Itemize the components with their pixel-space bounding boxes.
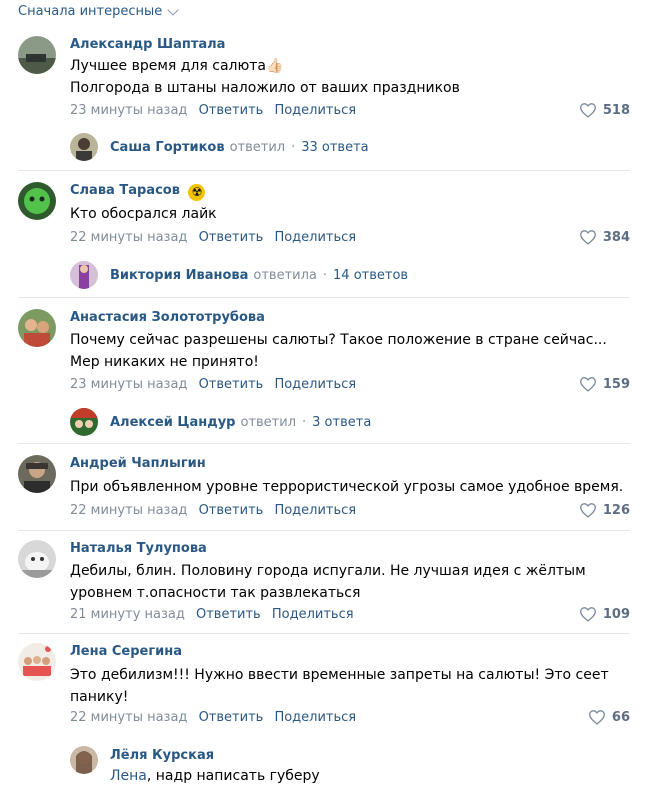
heart-icon: [579, 377, 596, 392]
replies-summary[interactable]: Виктория Иванова ответила · 14 ответов: [70, 261, 408, 289]
share-button[interactable]: Поделиться: [272, 607, 354, 622]
radiation-icon: ☢: [188, 184, 206, 201]
like-count: 109: [602, 606, 630, 622]
comment-text-line: панику!: [70, 689, 129, 705]
sort-label: Сначала интересные: [18, 4, 163, 19]
separator-dot: ·: [291, 139, 296, 155]
reply-count[interactable]: 14 ответов: [333, 268, 408, 283]
sort-dropdown[interactable]: Сначала интересные: [18, 3, 179, 19]
like-count: 66: [611, 709, 630, 725]
comment-text-line: При объявленном уровне террористической …: [70, 479, 624, 495]
like-button[interactable]: 66: [588, 709, 630, 725]
reply-text: Лена, надр написать губеру: [110, 768, 320, 784]
comment-time[interactable]: 22 минуты назад: [70, 230, 187, 245]
comment-meta: 22 минуты назад Ответить Поделиться: [70, 503, 356, 518]
comment-author: Слава Тарасов ☢: [70, 183, 206, 201]
reply-author[interactable]: Саша Гортиков: [110, 140, 225, 155]
avatar: [70, 408, 98, 436]
avatar[interactable]: [70, 746, 98, 774]
mention-link[interactable]: Лена: [110, 768, 147, 784]
avatar: [70, 133, 98, 161]
heart-icon: [579, 607, 596, 622]
heart-icon: [588, 710, 605, 725]
like-button[interactable]: 126: [579, 502, 630, 518]
reply-button[interactable]: Ответить: [199, 103, 264, 118]
reply-author[interactable]: Лёля Курская: [110, 748, 214, 763]
comment-meta: 22 минуты назад Ответить Поделиться: [70, 230, 356, 245]
like-button[interactable]: 109: [579, 606, 630, 622]
comment-meta: 22 минуты назад Ответить Поделиться: [70, 710, 356, 725]
reply-text-body: , надр написать губеру: [146, 768, 320, 784]
comment-text-line: Лучшее время для салюта👍🏻: [70, 58, 284, 74]
separator-dot: ·: [322, 267, 328, 283]
chevron-down-icon: [167, 3, 179, 16]
share-button[interactable]: Поделиться: [274, 710, 356, 725]
avatar[interactable]: [18, 309, 56, 347]
comment-text-line: Дебилы, блин. Половину города испугали. …: [70, 563, 586, 579]
avatar[interactable]: [18, 36, 56, 74]
comment-author[interactable]: Лена Серегина: [70, 644, 182, 659]
reply-author[interactable]: Виктория Иванова: [110, 268, 248, 283]
share-button[interactable]: Поделиться: [274, 377, 356, 392]
reply-button[interactable]: Ответить: [199, 710, 264, 725]
avatar[interactable]: [18, 455, 56, 493]
divider: [18, 443, 630, 444]
heart-icon: [579, 230, 596, 245]
like-count: 126: [602, 502, 630, 518]
author-name[interactable]: Слава Тарасов: [70, 183, 180, 198]
reply-verb: ответила: [253, 267, 317, 283]
heart-icon: [579, 103, 596, 118]
comment-time[interactable]: 22 минуты назад: [70, 710, 187, 725]
reply-verb: ответил: [229, 139, 286, 155]
like-button[interactable]: 159: [579, 376, 630, 392]
comment-text-line: Почему сейчас разрешены салюты? Такое по…: [70, 332, 607, 348]
comment-text-line: Это дебилизм!!! Нужно ввести временные з…: [70, 667, 609, 683]
reply-button[interactable]: Ответить: [199, 230, 264, 245]
like-count: 159: [602, 376, 630, 392]
comment-meta: 23 минуты назад Ответить Поделиться: [70, 103, 356, 118]
reply-count[interactable]: 3 ответа: [312, 415, 371, 430]
divider: [18, 633, 630, 634]
comment-author[interactable]: Александр Шаптала: [70, 37, 225, 52]
share-button[interactable]: Поделиться: [274, 230, 356, 245]
like-button[interactable]: 518: [579, 102, 630, 118]
avatar[interactable]: [18, 540, 56, 578]
reply-button[interactable]: Ответить: [199, 503, 264, 518]
comment-time[interactable]: 21 минуту назад: [70, 607, 185, 622]
comment-time[interactable]: 23 минуты назад: [70, 377, 187, 392]
share-button[interactable]: Поделиться: [274, 503, 356, 518]
divider: [18, 297, 630, 298]
replies-summary[interactable]: Саша Гортиков ответил · 33 ответа: [70, 133, 369, 161]
replies-summary[interactable]: Алексей Цандур ответил · 3 ответа: [70, 408, 371, 436]
comment-text-line: Полгорода в штаны наложило от ваших праз…: [70, 80, 460, 96]
avatar: [70, 261, 98, 289]
share-button[interactable]: Поделиться: [274, 103, 356, 118]
comment-author[interactable]: Наталья Тулупова: [70, 541, 207, 556]
comment-time[interactable]: 23 минуты назад: [70, 103, 187, 118]
divider: [18, 170, 630, 171]
avatar[interactable]: [18, 182, 56, 220]
like-button[interactable]: 384: [579, 229, 630, 245]
reply-button[interactable]: Ответить: [199, 377, 264, 392]
divider: [18, 530, 630, 531]
like-count: 518: [602, 102, 630, 118]
reply-button[interactable]: Ответить: [196, 607, 261, 622]
avatar[interactable]: [18, 643, 56, 681]
comment-meta: 21 минуту назад Ответить Поделиться: [70, 607, 354, 622]
reply-count[interactable]: 33 ответа: [301, 140, 368, 155]
comment-meta: 23 минуты назад Ответить Поделиться: [70, 377, 356, 392]
separator-dot: ·: [302, 414, 307, 430]
reply-verb: ответил: [240, 414, 297, 430]
comment-text-line: Мер никаких не принято!: [70, 354, 259, 370]
like-count: 384: [602, 229, 630, 245]
comment-author[interactable]: Андрей Чаплыгин: [70, 456, 206, 471]
heart-icon: [579, 503, 596, 518]
comment-author[interactable]: Анастасия Золототрубова: [70, 310, 265, 325]
reply-author[interactable]: Алексей Цандур: [110, 415, 235, 430]
comment-text-line: уровнем т.опасности так развлекаться: [70, 585, 361, 601]
comment-time[interactable]: 22 минуты назад: [70, 503, 187, 518]
comment-text-line: Кто обосрался лайк: [70, 206, 217, 222]
